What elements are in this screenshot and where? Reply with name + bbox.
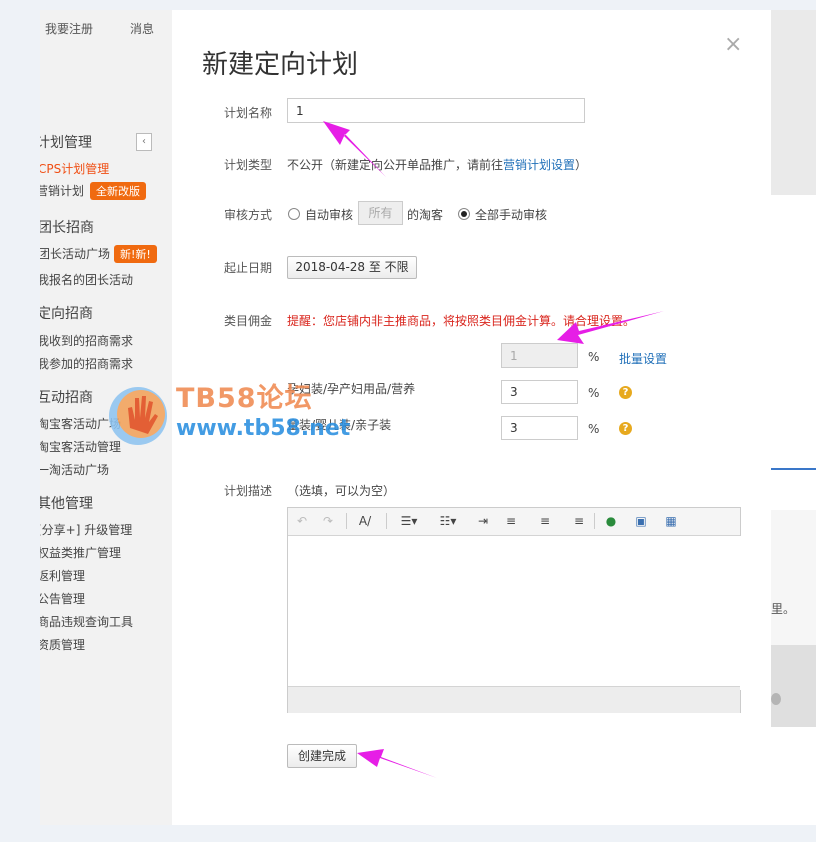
background-footer-panel — [771, 645, 816, 727]
nav-item-received-requests[interactable]: 我收到的招商需求 — [40, 332, 133, 349]
background-text-fragment: 里。 — [771, 602, 796, 616]
review-method-label: 审核方式 — [224, 208, 273, 222]
manual-review-label: 全部手动审核 — [475, 208, 548, 222]
nav-item-cps-plan[interactable]: CPS计划管理 — [40, 160, 109, 177]
nav-section-title: 计划管理 — [40, 135, 92, 151]
category-commission-input[interactable] — [501, 416, 578, 440]
align-center-icon[interactable]: ≡ — [536, 513, 554, 529]
batch-set-link[interactable]: 批量设置 — [619, 350, 667, 367]
bullet-list-icon[interactable]: ☰▾ — [396, 513, 422, 529]
plan-type-label: 计划类型 — [224, 158, 273, 172]
nav-section-title: 互动招商 — [40, 390, 93, 406]
percent-sign: % — [588, 350, 600, 364]
register-link[interactable]: 我要注册 — [45, 20, 93, 37]
nav-item-share-upgrade[interactable]: [分享+] 升级管理 — [40, 521, 132, 538]
new-version-badge: 全新改版 — [90, 182, 147, 200]
help-icon[interactable]: ? — [619, 386, 632, 399]
date-range-picker[interactable]: 2018-04-28 至 不限 — [287, 256, 417, 279]
plan-name-label: 计划名称 — [224, 106, 273, 120]
create-complete-button[interactable]: 创建完成 — [287, 744, 357, 768]
numbered-list-icon[interactable]: ☷▾ — [435, 513, 461, 529]
toolbar-separator — [594, 513, 595, 529]
insert-image-icon[interactable]: ▣ — [632, 513, 650, 529]
messages-link[interactable]: 消息 — [130, 20, 154, 37]
nav-item-label: 营销计划 — [40, 184, 85, 198]
taoke-scope-select[interactable]: 所有 — [358, 201, 403, 225]
watermark-title: TB58论坛 — [176, 383, 313, 414]
background-banner — [771, 10, 816, 195]
toolbar-separator — [386, 513, 387, 529]
nav-item-qualification[interactable]: 资质管理 — [40, 636, 85, 653]
commission-notice: 提醒：您店铺内非主推商品，将按照类目佣金计算。请合理设置。 — [287, 314, 636, 328]
auto-review-label: 自动审核 — [305, 208, 354, 222]
nav-item-joined-requests[interactable]: 我参加的招商需求 — [40, 355, 133, 372]
nav-item-yitao-square[interactable]: 一淘活动广场 — [40, 461, 109, 478]
category-commission-label: 类目佣金 — [224, 314, 273, 328]
percent-sign: % — [588, 422, 600, 436]
nav-item-marketing-plan[interactable]: 营销计划 全新改版 — [40, 182, 147, 200]
rich-text-editor: ↶ ↷ A/ ☰▾ ☷▾ ⇥ ≡ ≡ ≡ ● ▣ ▦ — [287, 507, 744, 713]
nav-item-label: 团长活动广场 — [40, 247, 111, 261]
taoke-suffix: 的淘客 — [407, 208, 444, 222]
indent-icon[interactable]: ⇥ — [474, 513, 492, 529]
new-badge: 新!新! — [114, 245, 157, 263]
nav-item-my-leader-events[interactable]: 我报名的团长活动 — [40, 271, 133, 288]
nav-item-rebate[interactable]: 返利管理 — [40, 567, 85, 584]
auto-review-radio[interactable] — [288, 208, 300, 220]
insert-link-icon[interactable]: ● — [602, 513, 620, 529]
plan-type-text: 不公开（新建定向公开单品推广，请前往营销计划设置） — [287, 156, 587, 173]
batch-commission-input[interactable] — [501, 343, 578, 368]
background-divider — [771, 468, 816, 470]
top-links: 我要注册 消息 — [40, 20, 172, 40]
nav-item-notice[interactable]: 公告管理 — [40, 590, 85, 607]
collapse-sidebar-button[interactable]: ‹ — [136, 133, 152, 151]
background-content: 里。 — [771, 10, 816, 825]
background-panel — [771, 510, 816, 645]
date-range-label: 起止日期 — [224, 261, 273, 275]
toolbar-separator — [346, 513, 347, 529]
undo-icon[interactable]: ↶ — [294, 513, 310, 529]
align-right-icon[interactable]: ≡ — [566, 513, 584, 529]
dialog-title: 新建定向计划 — [202, 50, 359, 80]
plan-type-desc: 不公开（新建定向公开单品推广，请前往 — [287, 158, 504, 172]
category-commission-input[interactable] — [501, 380, 578, 404]
marketing-settings-link[interactable]: 营销计划设置 — [503, 158, 575, 172]
nav-section-title: 团长招商 — [40, 220, 94, 236]
nav-section-title: 定向招商 — [40, 306, 93, 322]
plan-type-desc-end: ） — [575, 158, 588, 172]
manual-review-radio[interactable] — [458, 208, 470, 220]
forum-watermark: TB58论坛 www.tb58.net — [108, 372, 358, 452]
nav-item-violation-tool[interactable]: 商品违规查询工具 — [40, 613, 133, 630]
percent-sign: % — [588, 386, 600, 400]
description-hint: （选填，可以为空） — [287, 484, 396, 498]
hand-logo-icon — [109, 387, 167, 445]
help-icon[interactable]: ? — [619, 422, 632, 435]
description-label: 计划描述 — [224, 484, 273, 498]
plan-name-input[interactable] — [287, 98, 585, 123]
editor-toolbar: ↶ ↷ A/ ☰▾ ☷▾ ⇥ ≡ ≡ ≡ ● ▣ ▦ — [288, 508, 740, 536]
nav-item-rights-promo[interactable]: 权益类推广管理 — [40, 544, 121, 561]
watermark-url: www.tb58.net — [176, 416, 351, 441]
nav-section-title: 其他管理 — [40, 496, 93, 512]
editor-statusbar — [288, 686, 740, 713]
nav-item-leader-square[interactable]: 团长活动广场 新!新! — [40, 245, 157, 263]
background-icon — [771, 693, 781, 705]
insert-table-icon[interactable]: ▦ — [662, 513, 680, 529]
redo-icon[interactable]: ↷ — [320, 513, 336, 529]
description-textarea[interactable] — [288, 536, 744, 690]
clear-format-icon[interactable]: A/ — [354, 513, 376, 529]
align-left-icon[interactable]: ≡ — [506, 513, 524, 529]
close-icon[interactable]: × — [724, 32, 742, 57]
